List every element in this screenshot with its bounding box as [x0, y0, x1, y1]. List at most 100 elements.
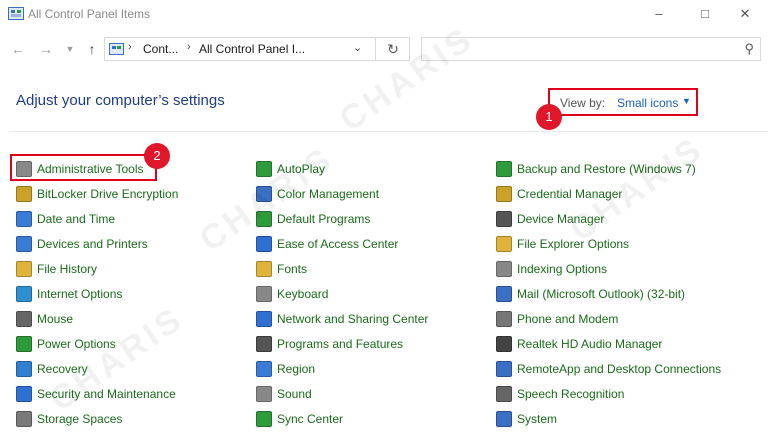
item-label[interactable]: Sync Center: [277, 412, 343, 426]
breadcrumb-separator-icon: ›: [187, 41, 191, 53]
item-label[interactable]: Region: [277, 362, 315, 376]
item-label[interactable]: Sound: [277, 387, 312, 401]
control-panel-crumb-icon: [109, 43, 124, 55]
item-label[interactable]: Realtek HD Audio Manager: [517, 337, 662, 351]
storage-icon: [16, 410, 32, 427]
item-label[interactable]: Fonts: [277, 262, 307, 276]
control-panel-item[interactable]: RemoteApp and Desktop Connections: [496, 356, 721, 381]
printer-icon: [16, 235, 32, 252]
clock-icon: [16, 210, 32, 227]
address-dropdown-chevron-icon[interactable]: ⌄: [353, 41, 362, 54]
remoteapp-icon: [496, 360, 512, 377]
control-panel-item[interactable]: BitLocker Drive Encryption: [16, 181, 178, 206]
control-panel-item[interactable]: Mail (Microsoft Outlook) (32-bit): [496, 281, 721, 306]
control-panel-item[interactable]: Fonts: [256, 256, 428, 281]
item-label[interactable]: Default Programs: [277, 212, 370, 226]
item-label[interactable]: Mail (Microsoft Outlook) (32-bit): [517, 287, 685, 301]
sync-icon: [256, 410, 272, 427]
file-history-icon: [16, 260, 32, 277]
keyboard-icon: [256, 285, 272, 302]
speaker-icon: [256, 385, 272, 402]
region-icon: [256, 360, 272, 377]
microphone-icon: [496, 385, 512, 402]
close-button[interactable]: ✕: [722, 0, 768, 28]
view-by-label: View by:: [560, 96, 606, 110]
divider: [10, 131, 768, 132]
recovery-icon: [16, 360, 32, 377]
control-panel-item[interactable]: Storage Spaces: [16, 406, 178, 431]
ease-of-access-icon: [256, 235, 272, 252]
address-bar[interactable]: › Cont... › All Control Panel I... ⌄ ↻: [104, 37, 410, 61]
forward-arrow-icon[interactable]: →: [36, 39, 56, 59]
view-by-value[interactable]: Small icons: [617, 96, 678, 110]
item-label[interactable]: File Explorer Options: [517, 237, 629, 251]
item-label[interactable]: Ease of Access Center: [277, 237, 398, 251]
page-heading: Adjust your computer’s settings: [16, 92, 225, 109]
breadcrumb-control-panel[interactable]: Cont...: [143, 42, 178, 56]
control-panel-item[interactable]: Speech Recognition: [496, 381, 721, 406]
backup-icon: [496, 160, 512, 177]
control-panel-item[interactable]: Internet Options: [16, 281, 178, 306]
control-panel-item[interactable]: Sync Center: [256, 406, 428, 431]
programs-icon: [256, 335, 272, 352]
navigation-bar: ← → ▼ ↑ › Cont... › All Control Panel I.…: [0, 33, 768, 65]
item-label[interactable]: Programs and Features: [277, 337, 403, 351]
control-panel-item[interactable]: Ease of Access Center: [256, 231, 428, 256]
back-arrow-icon[interactable]: ←: [8, 39, 28, 59]
item-label[interactable]: Network and Sharing Center: [277, 312, 428, 326]
control-panel-item[interactable]: Devices and Printers: [16, 231, 178, 256]
fonts-icon: [256, 260, 272, 277]
breadcrumb-all-items[interactable]: All Control Panel I...: [199, 42, 305, 56]
recent-locations-chevron-icon[interactable]: ▼: [60, 39, 80, 59]
folder-options-icon: [496, 235, 512, 252]
control-panel-item[interactable]: Date and Time: [16, 206, 178, 231]
mail-icon: [496, 285, 512, 302]
credential-icon: [496, 185, 512, 202]
indexing-icon: [496, 260, 512, 277]
item-label[interactable]: System: [517, 412, 557, 426]
title-bar: All Control Panel Items – □ ✕: [0, 0, 768, 28]
step-badge-2: 2: [144, 143, 170, 169]
item-label[interactable]: Date and Time: [37, 212, 115, 226]
flag-icon: [16, 385, 32, 402]
search-icon[interactable]: ⚲: [744, 41, 754, 57]
minimize-button[interactable]: –: [636, 0, 682, 28]
control-panel-item[interactable]: Programs and Features: [256, 331, 428, 356]
up-arrow-icon[interactable]: ↑: [82, 39, 102, 59]
control-panel-item[interactable]: File History: [16, 256, 178, 281]
item-label[interactable]: File History: [37, 262, 97, 276]
item-label[interactable]: Storage Spaces: [37, 412, 122, 426]
audio-manager-icon: [496, 335, 512, 352]
control-panel-item[interactable]: System: [496, 406, 721, 431]
view-by-selector[interactable]: View by: Small icons ▼: [548, 88, 698, 116]
item-label[interactable]: Keyboard: [277, 287, 328, 301]
control-panel-item[interactable]: Realtek HD Audio Manager: [496, 331, 721, 356]
dropdown-caret-icon[interactable]: ▼: [682, 96, 691, 106]
control-panel-item[interactable]: File Explorer Options: [496, 231, 721, 256]
power-icon: [16, 335, 32, 352]
control-panel-item[interactable]: Network and Sharing Center: [256, 306, 428, 331]
item-label[interactable]: Speech Recognition: [517, 387, 624, 401]
control-panel-item[interactable]: Region: [256, 356, 428, 381]
device-manager-icon: [496, 210, 512, 227]
control-panel-item[interactable]: Keyboard: [256, 281, 428, 306]
system-icon: [496, 410, 512, 427]
window-title: All Control Panel Items: [28, 7, 151, 21]
bitlocker-icon: [16, 185, 32, 202]
globe-icon: [16, 285, 32, 302]
phone-modem-icon: [496, 310, 512, 327]
item-label[interactable]: BitLocker Drive Encryption: [37, 187, 178, 201]
mouse-icon: [16, 310, 32, 327]
breadcrumb-separator-icon: ›: [128, 41, 132, 53]
item-label[interactable]: Mouse: [37, 312, 73, 326]
control-panel-item[interactable]: Phone and Modem: [496, 306, 721, 331]
control-panel-icon: [8, 7, 24, 20]
item-label[interactable]: Devices and Printers: [37, 237, 148, 251]
control-panel-item[interactable]: Indexing Options: [496, 256, 721, 281]
item-label[interactable]: Internet Options: [37, 287, 122, 301]
item-label[interactable]: RemoteApp and Desktop Connections: [517, 362, 721, 376]
control-panel-item[interactable]: Sound: [256, 381, 428, 406]
item-label[interactable]: Phone and Modem: [517, 312, 618, 326]
item-label[interactable]: Indexing Options: [517, 262, 607, 276]
network-icon: [256, 310, 272, 327]
